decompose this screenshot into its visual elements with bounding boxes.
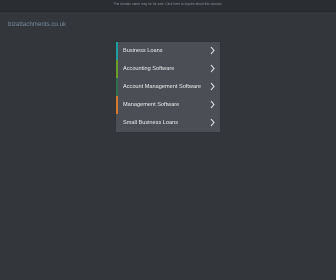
chevron-right-icon	[210, 82, 215, 91]
parked-domain-page: The domain name may be for sale. Click h…	[0, 0, 336, 280]
top-notice-bar[interactable]: The domain name may be for sale. Click h…	[0, 0, 336, 12]
menu-item-small-business-loans[interactable]: Small Business Loans	[116, 114, 220, 132]
menu-item-accounting-software[interactable]: Accounting Software	[116, 60, 220, 78]
menu-item-accent	[116, 96, 118, 114]
chevron-right-icon	[210, 64, 215, 73]
menu-item-management-software[interactable]: Management Software	[116, 96, 220, 114]
menu-item-account-management-software[interactable]: Account Management Software	[116, 78, 220, 96]
menu-item-label: Business Loans	[123, 48, 163, 54]
menu-item-accent	[116, 60, 118, 78]
related-links-menu: Business Loans Accounting Software Accou…	[116, 42, 220, 132]
menu-item-label: Accounting Software	[123, 66, 175, 72]
menu-item-label: Small Business Loans	[123, 120, 179, 126]
domain-sale-notice[interactable]: The domain name may be for sale. Click h…	[0, 2, 336, 7]
menu-item-business-loans[interactable]: Business Loans	[116, 42, 220, 60]
menu-item-accent	[116, 78, 118, 96]
menu-item-label: Account Management Software	[123, 84, 202, 90]
domain-name: bizattachments.co.uk	[8, 21, 67, 28]
menu-item-accent	[116, 42, 118, 60]
chevron-right-icon	[210, 100, 215, 109]
menu-item-label: Management Software	[123, 102, 180, 108]
chevron-right-icon	[210, 46, 215, 55]
chevron-right-icon	[210, 118, 215, 127]
